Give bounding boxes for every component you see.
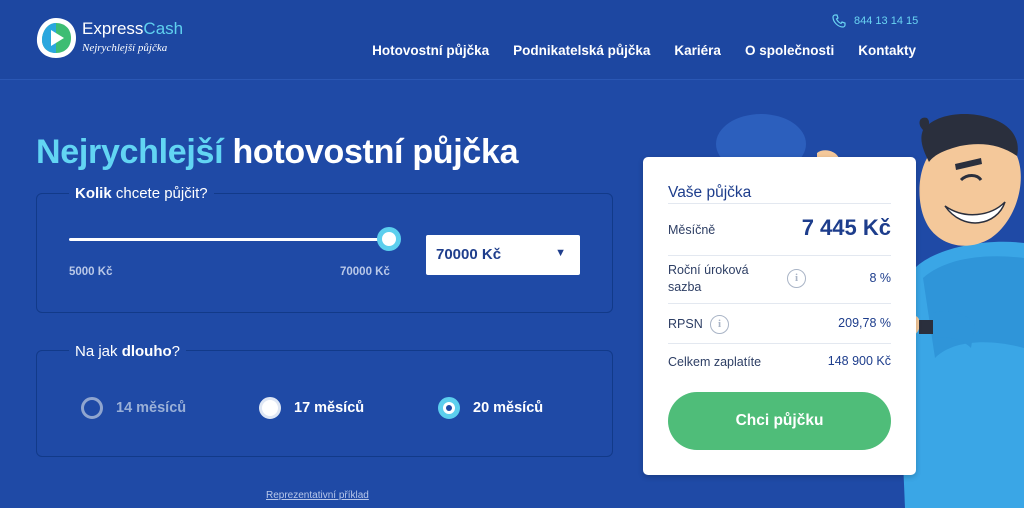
radio-button[interactable] [81, 397, 103, 419]
term-option-label: 14 měsíců [116, 400, 187, 416]
representative-example-link[interactable]: Reprezentativní příklad [266, 490, 369, 501]
total-value: 148 900 Kč [827, 354, 891, 368]
phone-number: 844 13 14 15 [854, 15, 919, 27]
page-title: Nejrychlejší hotovostní půjčka [36, 133, 519, 171]
term-option-label: 17 měsíců [294, 400, 365, 416]
slider-min-label: 5000 Kč [69, 266, 113, 278]
rpsn-value: 209,78 % [838, 316, 891, 330]
summary-row-total: Celkem zaplatíte 148 900 Kč [668, 343, 891, 379]
logo-play-icon [36, 18, 76, 58]
term-panel: Na jak dlouho? 14 měsíců 17 měsíců 20 mě… [36, 343, 613, 457]
apply-button[interactable]: Chci půjčku [668, 392, 891, 450]
brand-logo[interactable]: ExpressCash Nejrychlejší půjčka [34, 16, 204, 64]
amount-slider-handle[interactable] [377, 227, 401, 251]
term-option-20[interactable]: 20 měsíců [438, 397, 543, 419]
radio-button-selected[interactable] [438, 397, 460, 419]
site-header: ExpressCash Nejrychlejší půjčka 844 13 1… [0, 0, 1024, 80]
radio-button[interactable] [259, 397, 281, 419]
summary-title: Vaše půjčka [668, 184, 752, 201]
nav-contacts[interactable]: Kontakty [858, 43, 916, 58]
phone-contact[interactable]: 844 13 14 15 [832, 14, 918, 28]
nav-business-loan[interactable]: Podnikatelská půjčka [513, 43, 650, 58]
amount-selected-value: 70000 Kč [436, 246, 502, 263]
amount-question: Kolik chcete půjčit? [69, 185, 214, 202]
term-question: Na jak dlouho? [69, 343, 187, 360]
amount-slider-track[interactable] [69, 238, 391, 241]
term-option-17[interactable]: 17 měsíců [259, 397, 364, 419]
phone-icon [832, 14, 846, 28]
monthly-label: Měsíčně [668, 223, 716, 237]
rate-label: Roční úroková sazba [668, 263, 749, 294]
total-label: Celkem zaplatíte [668, 355, 762, 369]
brand-tagline: Nejrychlejší půjčka [82, 42, 168, 54]
nav-cash-loan[interactable]: Hotovostní půjčka [372, 43, 489, 58]
monthly-value: 7 445 Kč [801, 215, 891, 240]
brand-name: ExpressCash [82, 19, 184, 38]
rate-value: 8 % [869, 271, 891, 285]
rpsn-label: RPSN [668, 317, 703, 331]
main-nav: Hotovostní půjčka Podnikatelská půjčka K… [372, 43, 916, 58]
amount-dropdown[interactable]: 70000 Kč ▼ [426, 235, 580, 275]
summary-row-monthly: Měsíčně 7 445 Kč [668, 203, 891, 255]
slider-max-label: 70000 Kč [340, 266, 390, 278]
nav-career[interactable]: Kariéra [674, 43, 721, 58]
info-icon[interactable]: i [710, 315, 729, 334]
summary-row-rpsn: RPSN i 209,78 % [668, 303, 891, 343]
summary-row-rate: Roční úroková sazba i 8 % [668, 255, 891, 303]
chevron-down-icon: ▼ [555, 247, 566, 259]
amount-panel: Kolik chcete půjčit? 5000 Kč 70000 Kč 70… [36, 185, 613, 313]
nav-about[interactable]: O společnosti [745, 43, 834, 58]
info-icon[interactable]: i [787, 269, 806, 288]
term-option-label: 20 měsíců [473, 400, 544, 416]
loan-summary-card: Vaše půjčka Měsíčně 7 445 Kč Roční úroko… [643, 157, 916, 475]
term-option-14[interactable]: 14 měsíců [81, 397, 186, 419]
